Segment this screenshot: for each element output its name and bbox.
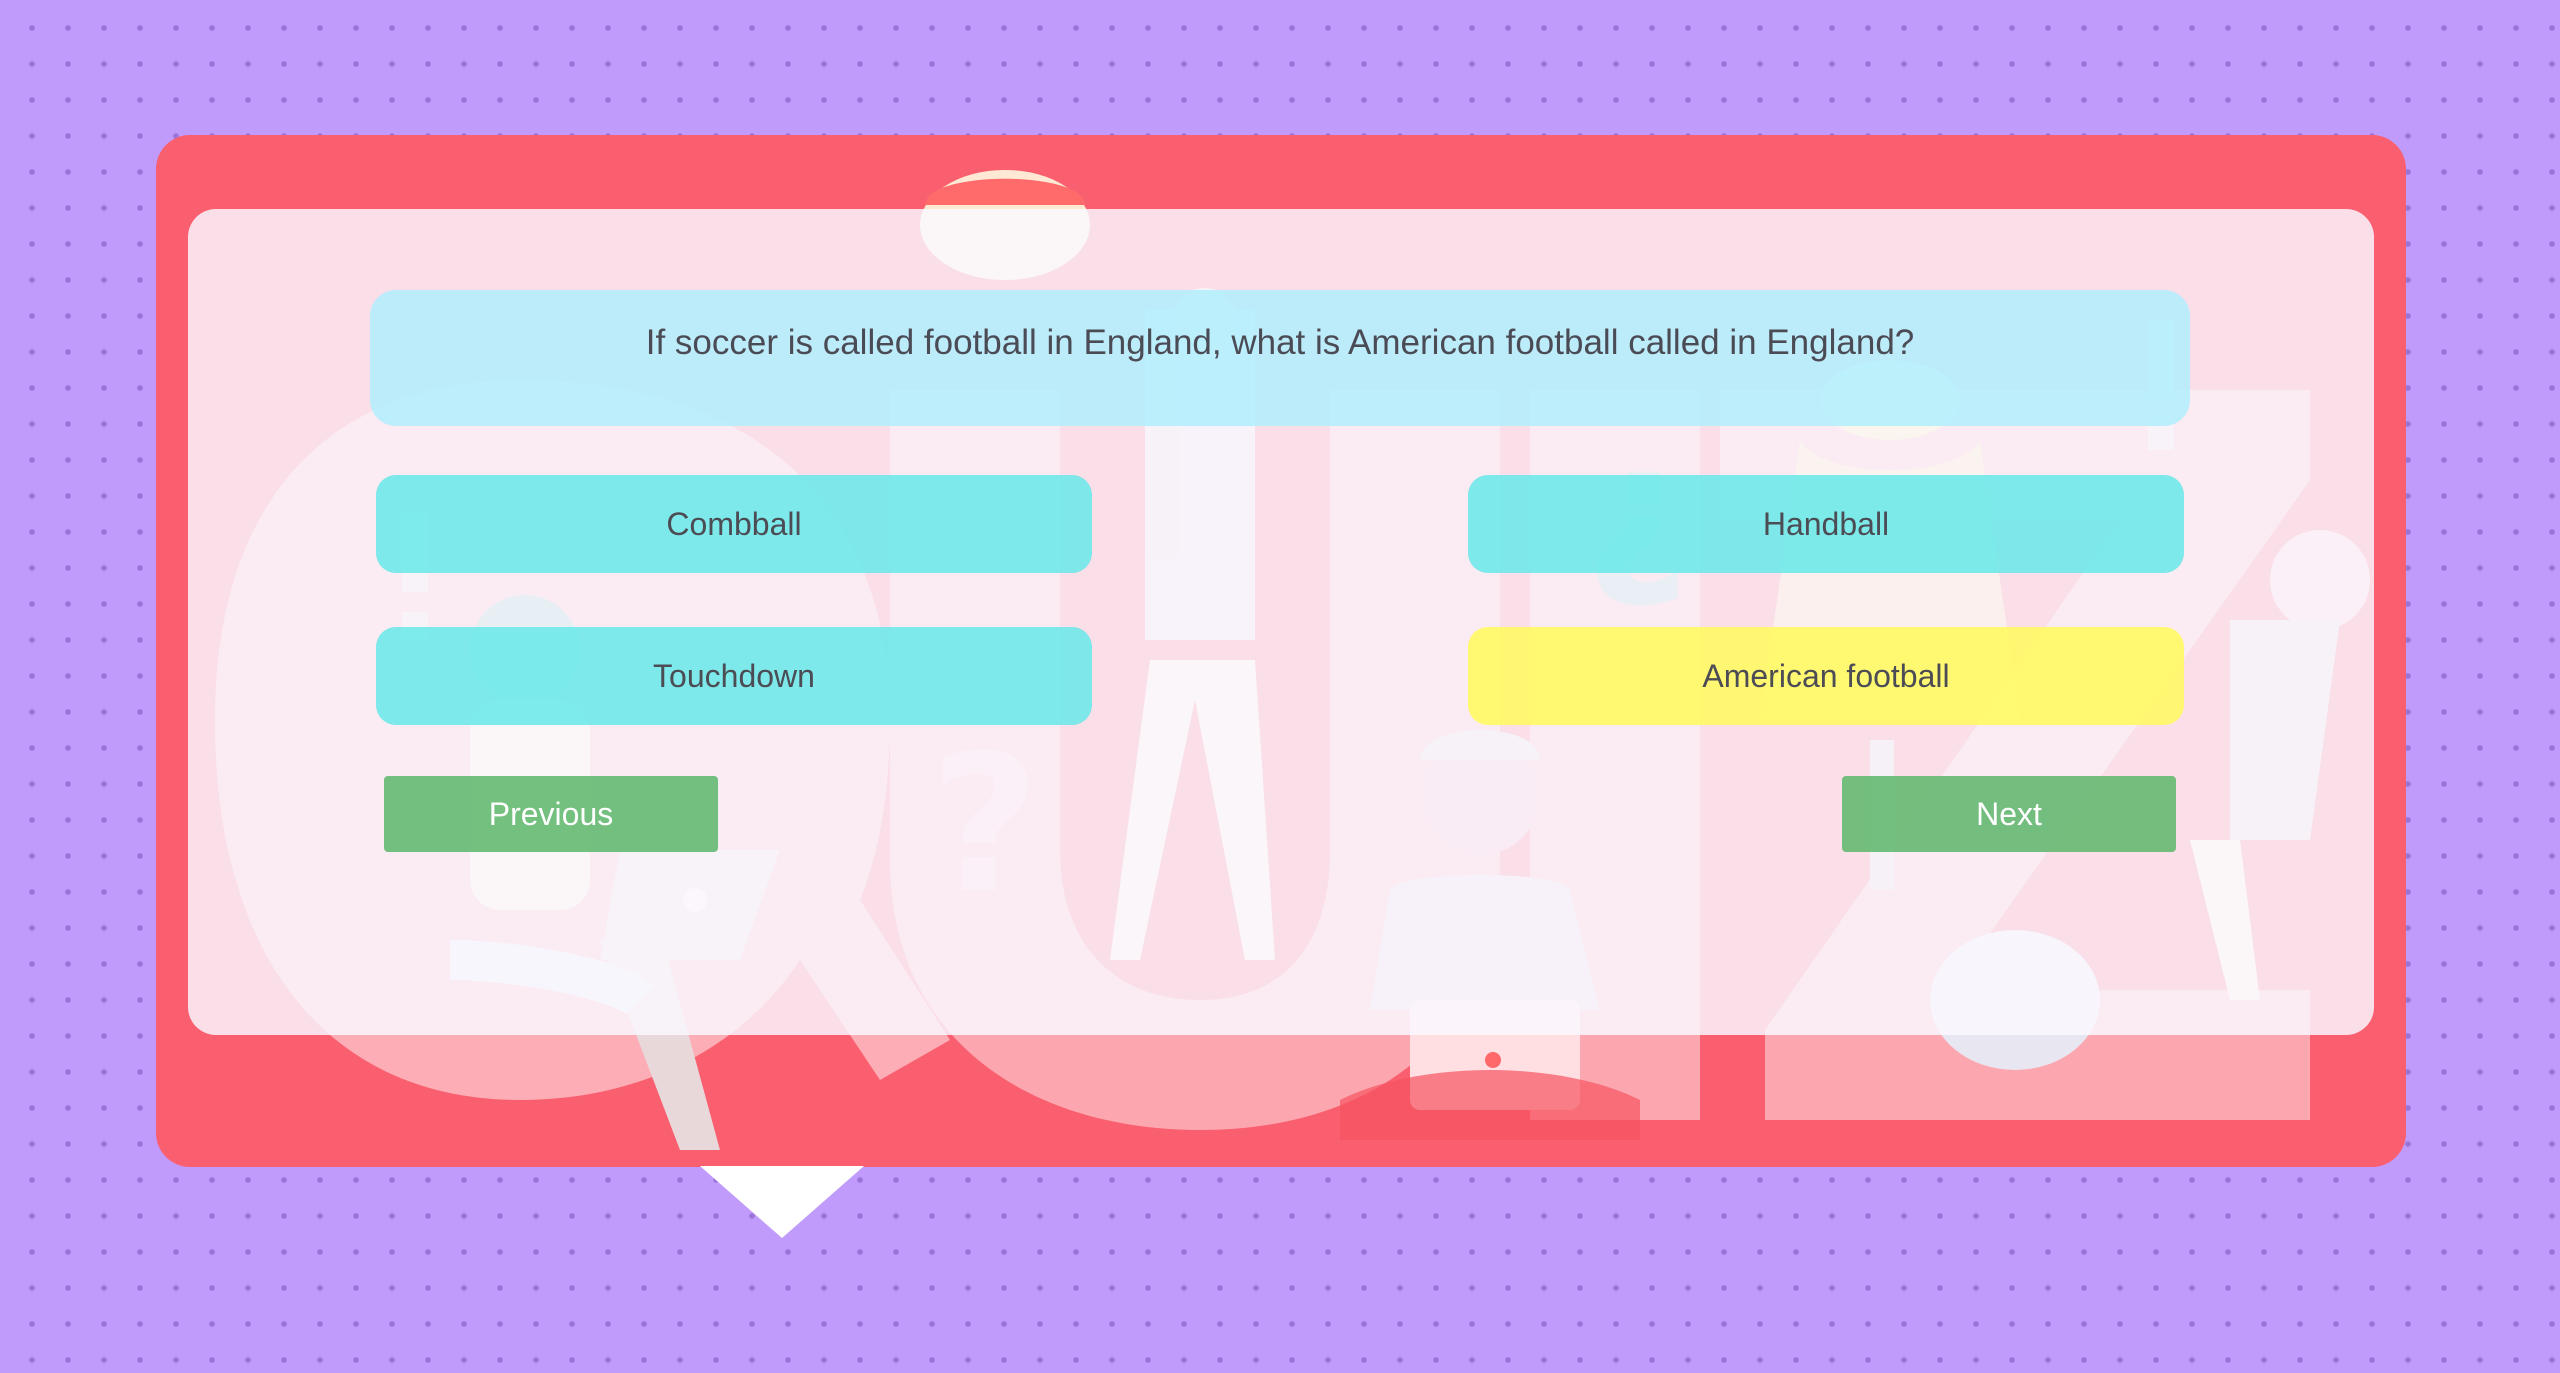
- answer-option-2[interactable]: Handball: [1468, 475, 2184, 573]
- answer-option-1[interactable]: Combball: [376, 475, 1092, 573]
- previous-button[interactable]: Previous: [384, 776, 718, 852]
- answer-option-3[interactable]: Touchdown: [376, 627, 1092, 725]
- next-button[interactable]: Next: [1842, 776, 2176, 852]
- question-text: If soccer is called football in England,…: [370, 290, 2190, 426]
- answer-option-4[interactable]: American football: [1468, 627, 2184, 725]
